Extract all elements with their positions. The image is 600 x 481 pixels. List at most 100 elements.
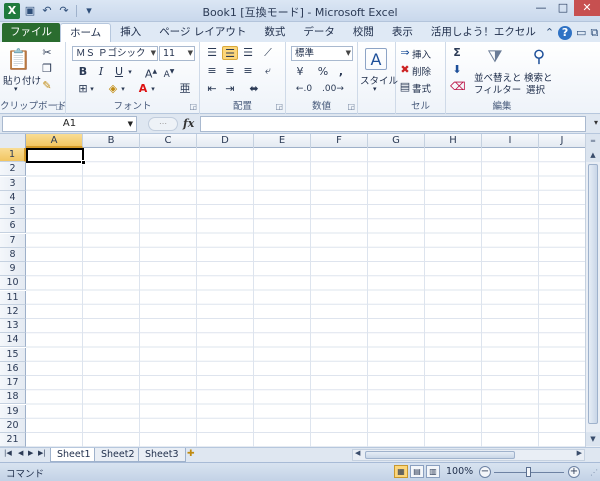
maximize-button[interactable]: □ — [552, 0, 574, 16]
increase-indent-icon[interactable]: ⇥ — [222, 82, 238, 96]
number-format-combo[interactable]: 標準 ▼ — [291, 46, 353, 61]
horizontal-scroll-thumb[interactable] — [365, 451, 515, 459]
find-select-label-2[interactable]: 選択 — [526, 82, 545, 96]
close-button[interactable]: ✕ — [574, 0, 600, 16]
vertical-scroll-thumb[interactable] — [588, 164, 598, 424]
sort-filter-label-2[interactable]: フィルター — [474, 82, 521, 96]
resize-grip-icon[interactable]: ⋰ — [590, 468, 598, 477]
column-header[interactable]: H — [425, 134, 482, 148]
cut-icon[interactable]: ✂ — [40, 46, 54, 60]
clipboard-launcher-icon[interactable]: ◲ — [55, 102, 63, 111]
prev-sheet-icon[interactable]: ◀ — [18, 449, 23, 457]
column-header[interactable]: J — [539, 134, 585, 148]
fill-color-dropdown-icon[interactable]: ▾ — [119, 82, 127, 96]
column-header[interactable]: A — [26, 134, 83, 148]
row-header[interactable]: 6 — [0, 219, 26, 234]
scroll-down-icon[interactable]: ▼ — [586, 432, 600, 446]
row-header[interactable]: 2 — [0, 162, 26, 177]
workbook-restore-icon[interactable]: ⧉ — [590, 26, 598, 40]
select-all-button[interactable] — [0, 134, 26, 148]
paste-dropdown-icon[interactable]: ▾ — [14, 85, 18, 93]
format-cells-label[interactable]: 書式 — [412, 81, 431, 95]
row-header[interactable]: 11 — [0, 290, 26, 305]
number-launcher-icon[interactable]: ◲ — [347, 102, 355, 111]
tab-home[interactable]: ホーム — [60, 23, 112, 42]
phonetic-guide-icon[interactable]: 亜 — [178, 82, 192, 96]
fill-icon[interactable]: ⬇ — [450, 63, 464, 77]
tab-data[interactable]: データ — [294, 23, 344, 42]
vertical-scrollbar[interactable]: ═ ▲ ▼ — [585, 134, 600, 447]
cell-area[interactable] — [26, 148, 585, 447]
last-sheet-icon[interactable]: ▶| — [38, 449, 46, 457]
minimize-ribbon-icon[interactable]: ⌃ — [545, 26, 554, 39]
split-box-icon[interactable]: ═ — [586, 134, 600, 148]
row-header[interactable]: 3 — [0, 176, 26, 191]
tab-file[interactable]: ファイル — [2, 23, 60, 42]
row-header[interactable]: 4 — [0, 190, 26, 205]
sheet-tab-sheet3[interactable]: Sheet3 — [138, 448, 186, 462]
font-launcher-icon[interactable]: ◲ — [189, 102, 197, 111]
row-header[interactable]: 10 — [0, 276, 26, 291]
percent-button[interactable]: % — [316, 65, 330, 79]
horizontal-scrollbar[interactable]: ◀ ▶ — [352, 449, 585, 461]
fill-handle[interactable] — [81, 160, 86, 165]
row-header[interactable]: 15 — [0, 347, 26, 362]
text-orientation-icon[interactable]: ⟋ — [260, 46, 276, 60]
insert-cells-label[interactable]: 挿入 — [412, 47, 431, 61]
align-bottom-icon[interactable]: ☰ — [240, 46, 256, 60]
zoom-level[interactable]: 100% — [446, 466, 473, 477]
align-left-icon[interactable]: ≡ — [204, 64, 220, 78]
row-header[interactable]: 21 — [0, 433, 26, 447]
tab-page-layout[interactable]: ページ レイアウト — [150, 23, 255, 42]
insert-function-button[interactable]: fx — [183, 117, 194, 130]
page-layout-view-icon[interactable]: ▤ — [410, 465, 424, 478]
row-header[interactable]: 1 — [0, 148, 26, 162]
italic-button[interactable]: I — [94, 65, 108, 79]
underline-dropdown-icon[interactable]: ▾ — [126, 65, 134, 79]
shrink-font-icon[interactable]: A▼ — [162, 65, 176, 80]
sheet-tab-sheet1[interactable]: Sheet1 — [50, 448, 98, 462]
name-box[interactable]: A1 ▼ — [2, 116, 137, 132]
worksheet-grid[interactable]: A B C D E F G H I J 1 2 3 4 5 6 7 8 9 10… — [0, 134, 585, 447]
column-header[interactable]: C — [140, 134, 197, 148]
tab-formulas[interactable]: 数式 — [255, 23, 294, 42]
active-cell-a1[interactable] — [26, 148, 84, 163]
find-select-icon[interactable]: ⚲ — [528, 46, 550, 68]
align-center-icon[interactable]: ≡ — [222, 64, 238, 78]
styles-dropdown-icon[interactable]: ▾ — [373, 85, 377, 93]
clear-icon[interactable]: ⌫ — [450, 80, 466, 94]
row-header[interactable]: 20 — [0, 418, 26, 433]
font-size-combo[interactable]: 11 ▼ — [159, 46, 195, 61]
align-middle-icon[interactable]: ☰ — [222, 46, 238, 60]
row-header[interactable]: 18 — [0, 390, 26, 405]
align-right-icon[interactable]: ≡ — [240, 64, 256, 78]
row-header[interactable]: 17 — [0, 376, 26, 390]
row-header[interactable]: 14 — [0, 333, 26, 348]
alignment-launcher-icon[interactable]: ◲ — [275, 102, 283, 111]
page-break-view-icon[interactable]: ▥ — [426, 465, 440, 478]
format-cells-icon[interactable]: ▤ — [399, 80, 411, 94]
autosum-button[interactable]: Σ — [450, 46, 464, 60]
currency-format-icon[interactable]: ¥ — [292, 65, 308, 79]
undo-icon[interactable]: ↶ — [40, 4, 54, 18]
scroll-right-icon[interactable]: ▶ — [577, 449, 582, 457]
comma-style-button[interactable]: , — [334, 65, 348, 79]
tab-katsuyou-excel[interactable]: 活用しよう！エクセル — [422, 23, 545, 42]
paste-button-label[interactable]: 貼り付け — [3, 73, 41, 87]
row-header[interactable]: 19 — [0, 404, 26, 419]
row-header[interactable]: 16 — [0, 361, 26, 376]
font-color-dropdown-icon[interactable]: ▾ — [149, 82, 157, 96]
sort-filter-icon[interactable]: ⧩ — [484, 46, 506, 68]
tab-review[interactable]: 校閲 — [344, 23, 383, 42]
zoom-out-icon[interactable]: − — [479, 466, 491, 478]
styles-icon[interactable]: A — [365, 48, 387, 70]
decrease-indent-icon[interactable]: ⇤ — [204, 82, 220, 96]
scroll-left-icon[interactable]: ◀ — [355, 449, 360, 457]
borders-dropdown-icon[interactable]: ▾ — [88, 82, 96, 96]
column-header[interactable]: I — [482, 134, 539, 148]
redo-icon[interactable]: ↷ — [57, 4, 71, 18]
tab-insert[interactable]: 挿入 — [111, 23, 150, 42]
scroll-up-icon[interactable]: ▲ — [586, 148, 600, 162]
row-header[interactable]: 9 — [0, 262, 26, 276]
zoom-slider-thumb[interactable] — [526, 467, 531, 477]
